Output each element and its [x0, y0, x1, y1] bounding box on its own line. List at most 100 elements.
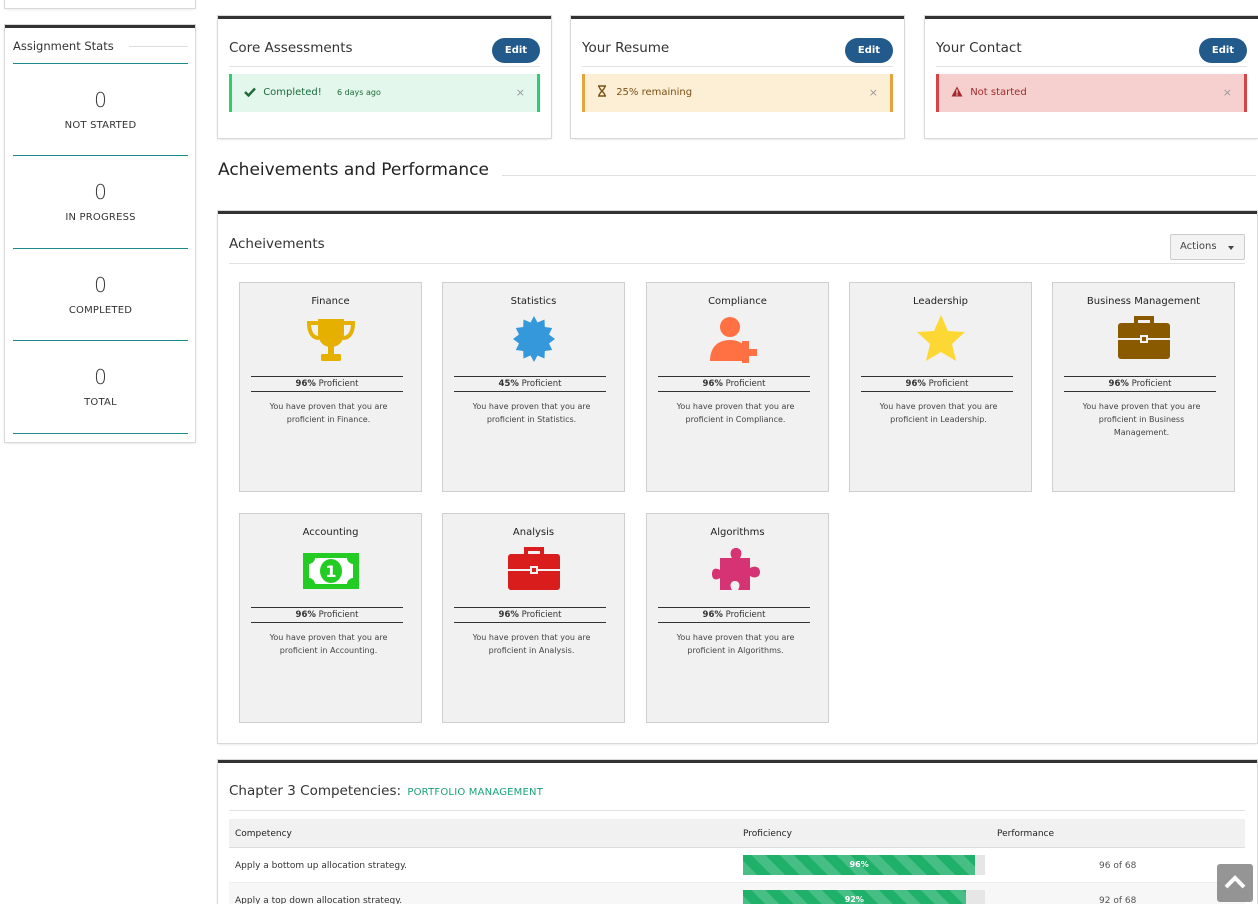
close-icon[interactable]: × — [516, 74, 525, 112]
assignment-stats-panel: Assignment Stats 0 NOT STARTED 0 IN PROG… — [5, 25, 195, 442]
achievement-card-compliance[interactable]: Compliance 96% Proficient You have prove… — [646, 282, 829, 492]
card-title: Compliance — [708, 296, 767, 307]
proficiency-percent: 96% — [702, 379, 723, 389]
briefcase-icon — [1114, 313, 1174, 367]
divider — [229, 66, 540, 67]
stat-label: TOTAL — [84, 397, 117, 408]
proficiency-percent: 96% — [1108, 379, 1129, 389]
competencies-subtitle[interactable]: PORTFOLIO MANAGEMENT — [407, 787, 543, 798]
status-alert: 25% remaining × — [582, 74, 893, 112]
performance-cell: 96 of 68 — [1099, 861, 1137, 871]
proficiency-label: 96% Proficient — [454, 610, 606, 620]
chevron-up-icon — [1224, 874, 1246, 893]
stat-total: 0 TOTAL — [13, 340, 188, 408]
proficiency-percent: 96% — [905, 379, 926, 389]
proficiency-label: 96% Proficient — [658, 610, 810, 620]
card-description: You have proven that you are proficient … — [879, 402, 998, 424]
divider — [658, 607, 810, 608]
svg-text:1: 1 — [325, 562, 336, 581]
edit-button[interactable]: Edit — [845, 38, 893, 63]
achievement-card-algorithms[interactable]: Algorithms 96% Proficient You have prove… — [646, 513, 829, 723]
divider — [454, 622, 606, 623]
trophy-icon — [301, 313, 361, 367]
star-icon — [911, 313, 971, 367]
close-icon[interactable]: × — [869, 74, 878, 112]
proficiency-progress-bar: 96% — [743, 855, 985, 875]
proficiency-percent: 96% — [295, 610, 316, 620]
status-alert: Completed! 6 days ago × — [229, 74, 540, 112]
caret-down-icon — [1228, 246, 1234, 250]
stat-not-started: 0 NOT STARTED — [13, 63, 188, 131]
divider — [229, 810, 1245, 811]
stat-label: IN PROGRESS — [65, 212, 136, 223]
puzzle-icon — [708, 544, 768, 598]
proficiency-progress-fill: 96% — [743, 855, 976, 875]
achievement-card-accounting[interactable]: Accounting 1 96% Proficient You have pro… — [239, 513, 422, 723]
divider — [251, 376, 403, 377]
actions-dropdown-button[interactable]: Actions — [1170, 234, 1245, 260]
badge-icon — [504, 313, 564, 367]
divider — [1064, 391, 1216, 392]
briefcase-icon — [504, 544, 564, 598]
divider — [1064, 376, 1216, 377]
user-plus-icon — [708, 313, 768, 367]
column-header-competency[interactable]: Competency — [235, 829, 292, 839]
proficiency-progress-fill: 92% — [743, 890, 966, 904]
panel-title: Your Contact — [936, 40, 1022, 56]
proficiency-suffix: Proficient — [318, 379, 359, 389]
close-icon[interactable]: × — [1223, 74, 1232, 112]
achievement-card-business-management[interactable]: Business Management 96% Proficient You h… — [1052, 282, 1235, 492]
card-description: You have proven that you are proficient … — [269, 633, 388, 655]
your-resume-panel: Your Resume Edit 25% remaining × — [571, 16, 904, 138]
core-assessments-panel: Core Assessments Edit Completed! 6 days … — [218, 16, 551, 138]
divider — [861, 391, 1013, 392]
table-row: Apply a top down allocation strategy. 92… — [229, 883, 1245, 904]
divider — [936, 66, 1247, 67]
table-row: Apply a bottom up allocation strategy. 9… — [229, 848, 1245, 883]
stats-divider — [13, 433, 188, 434]
card-description: You have proven that you are proficient … — [472, 402, 591, 424]
achievement-card-analysis[interactable]: Analysis 96% Proficient You have proven … — [442, 513, 625, 723]
card-title: Algorithms — [710, 527, 765, 538]
divider — [454, 607, 606, 608]
divider — [861, 376, 1013, 377]
actions-label: Actions — [1180, 241, 1217, 252]
card-title: Statistics — [510, 296, 557, 307]
stat-value: 0 — [94, 88, 107, 112]
title-divider — [129, 46, 188, 47]
stat-label: NOT STARTED — [64, 120, 137, 131]
column-header-performance[interactable]: Performance — [997, 829, 1054, 839]
alert-time: 6 days ago — [336, 88, 381, 97]
card-title: Finance — [311, 296, 350, 307]
stat-value: 0 — [94, 180, 107, 204]
divider — [454, 376, 606, 377]
scroll-to-top-button[interactable] — [1217, 864, 1253, 902]
edit-button[interactable]: Edit — [1199, 38, 1247, 63]
card-title: Analysis — [512, 527, 555, 538]
achievement-card-statistics[interactable]: Statistics 45% Proficient You have prove… — [442, 282, 625, 492]
assignment-stats-title: Assignment Stats — [13, 39, 114, 53]
proficiency-percent: 45% — [498, 379, 519, 389]
card-title: Accounting — [302, 527, 359, 538]
hourglass-icon — [597, 74, 611, 112]
competencies-title: Chapter 3 Competencies: PORTFOLIO MANAGE… — [229, 783, 543, 799]
achievement-card-leadership[interactable]: Leadership 96% Proficient You have prove… — [849, 282, 1032, 492]
divider — [658, 376, 810, 377]
proficiency-label: 96% Proficient — [251, 610, 403, 620]
divider — [454, 391, 606, 392]
alert-text: Completed! — [263, 87, 322, 98]
edit-button[interactable]: Edit — [492, 38, 540, 63]
column-header-proficiency[interactable]: Proficiency — [743, 829, 792, 839]
proficiency-label: 45% Proficient — [454, 379, 606, 389]
divider — [229, 263, 1245, 264]
achievement-card-finance[interactable]: Finance 96% Proficient You have proven t… — [239, 282, 422, 492]
proficiency-progress-bar: 92% — [743, 890, 985, 904]
stat-value: 0 — [94, 365, 107, 389]
proficiency-label: 96% Proficient — [658, 379, 810, 389]
card-description: You have proven that you are proficient … — [472, 633, 591, 655]
money-icon: 1 — [301, 544, 361, 598]
proficiency-label: 96% Proficient — [1064, 379, 1216, 389]
card-description: You have proven that you are proficient … — [676, 633, 795, 655]
panel-title: Core Assessments — [229, 40, 353, 56]
proficiency-label: 96% Proficient — [861, 379, 1013, 389]
